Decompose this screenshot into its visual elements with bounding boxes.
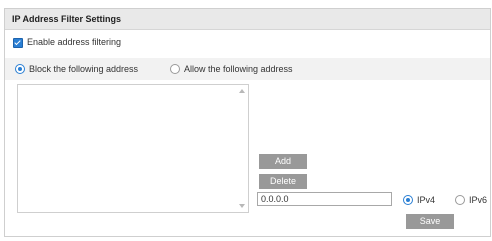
ip-address-input[interactable] — [257, 192, 392, 206]
enable-filtering-label: Enable address filtering — [27, 37, 122, 47]
allow-address-label[interactable]: Allow the following address — [184, 64, 293, 74]
scroll-down-icon[interactable] — [239, 204, 245, 208]
block-address-label[interactable]: Block the following address — [29, 64, 138, 74]
allow-address-radio[interactable] — [170, 64, 180, 74]
address-list[interactable] — [17, 84, 249, 213]
panel-header: IP Address Filter Settings — [5, 9, 490, 30]
add-button[interactable]: Add — [259, 154, 307, 169]
ipv4-label[interactable]: IPv4 — [417, 195, 435, 205]
panel-title: IP Address Filter Settings — [12, 14, 122, 24]
scroll-up-icon[interactable] — [239, 89, 245, 93]
save-button[interactable]: Save — [406, 214, 454, 229]
enable-filtering-checkbox[interactable] — [13, 38, 23, 48]
filter-mode-row: Block the following address Allow the fo… — [5, 58, 490, 80]
delete-button[interactable]: Delete — [259, 174, 307, 189]
block-address-radio[interactable] — [15, 64, 25, 74]
ipv4-radio[interactable] — [403, 195, 413, 205]
ipv6-radio[interactable] — [455, 195, 465, 205]
ip-filter-panel: IP Address Filter Settings Enable addres… — [4, 8, 491, 237]
ipv6-label[interactable]: IPv6 — [469, 195, 487, 205]
